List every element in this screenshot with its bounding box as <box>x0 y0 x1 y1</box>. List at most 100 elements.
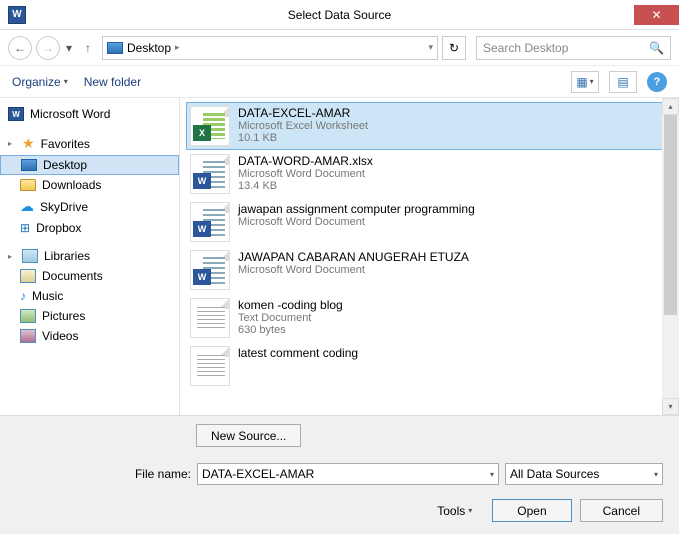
preview-icon: ▤ <box>617 75 628 89</box>
breadcrumb-label: Desktop <box>127 41 171 55</box>
cancel-button[interactable]: Cancel <box>580 499 663 522</box>
sidebar-item-music[interactable]: ♪ Music <box>0 286 179 306</box>
chevron-down-icon[interactable]: ▾ <box>490 470 494 479</box>
file-item[interactable]: W JAWAPAN CABARAN ANUGERAH ETUZAMicrosoft… <box>186 246 673 294</box>
file-name: DATA-WORD-AMAR.xlsx <box>238 154 373 168</box>
sidebar-libraries-header[interactable]: ▸ Libraries <box>0 246 179 266</box>
word-icon: W <box>8 107 24 121</box>
breadcrumb-dropdown[interactable]: ▾ <box>428 42 433 53</box>
organize-label: Organize <box>12 75 61 89</box>
file-item[interactable]: Wjawapan assignment computer programming… <box>186 198 673 246</box>
scroll-down-button[interactable]: ▾ <box>662 398 679 415</box>
libraries-icon <box>22 249 38 263</box>
file-list: X DATA-EXCEL-AMARMicrosoft Excel Workshee… <box>180 98 679 415</box>
file-name: komen -coding blog <box>238 298 343 312</box>
scroll-thumb[interactable] <box>664 115 677 315</box>
breadcrumb-sep[interactable]: ▸ <box>175 42 180 53</box>
view-icon: ▦ <box>576 75 587 89</box>
chevron-down-icon: ▾ <box>64 77 68 86</box>
dialog-footer: New Source... File name: DATA-EXCEL-AMAR… <box>0 416 679 534</box>
new-folder-button[interactable]: New folder <box>84 75 141 89</box>
dropbox-icon: ⊞ <box>20 221 30 235</box>
sidebar: W Microsoft Word ▸ ★ Favorites Desktop D… <box>0 98 180 415</box>
desktop-icon <box>21 159 37 171</box>
collapse-icon: ▸ <box>8 139 16 148</box>
search-icon: 🔍 <box>649 41 664 55</box>
music-icon: ♪ <box>20 289 26 303</box>
sidebar-header-label: Libraries <box>44 249 90 263</box>
file-type: Microsoft Word Document <box>238 216 475 228</box>
file-name: DATA-EXCEL-AMAR <box>238 106 368 120</box>
star-icon: ★ <box>22 135 35 152</box>
sidebar-item-skydrive[interactable]: ☁ SkyDrive <box>0 195 179 218</box>
txt-file-icon <box>190 298 230 338</box>
cloud-icon: ☁ <box>20 198 34 215</box>
sidebar-item-label: Pictures <box>42 309 85 323</box>
sidebar-item-pictures[interactable]: Pictures <box>0 306 179 326</box>
excel-file-icon: X <box>190 106 230 146</box>
help-button[interactable]: ? <box>647 72 667 92</box>
history-dropdown[interactable]: ▾ <box>64 41 74 55</box>
filename-input[interactable]: DATA-EXCEL-AMAR ▾ <box>197 463 499 485</box>
videos-icon <box>20 329 36 343</box>
sidebar-header-label: Favorites <box>41 137 90 151</box>
organize-menu[interactable]: Organize ▾ <box>12 75 68 89</box>
scrollbar[interactable]: ▴ ▾ <box>662 98 679 415</box>
toolbar: Organize ▾ New folder ▦ ▾ ▤ ? <box>0 66 679 98</box>
file-type-filter[interactable]: All Data Sources ▾ <box>505 463 663 485</box>
file-size: 630 bytes <box>238 324 343 336</box>
tools-menu[interactable]: Tools ▾ <box>437 504 472 518</box>
breadcrumb[interactable]: Desktop ▸ ▾ <box>102 36 438 60</box>
search-input[interactable]: Search Desktop 🔍 <box>476 36 671 60</box>
file-item[interactable]: komen -coding blogText Document630 bytes <box>186 294 673 342</box>
sidebar-item-label: Dropbox <box>36 221 81 235</box>
sidebar-item-dropbox[interactable]: ⊞ Dropbox <box>0 218 179 238</box>
scroll-up-button[interactable]: ▴ <box>662 98 679 115</box>
sidebar-item-desktop[interactable]: Desktop <box>0 155 179 175</box>
file-type: Text Document <box>238 312 343 324</box>
titlebar: W Select Data Source ✕ <box>0 0 679 30</box>
sidebar-item-label: Videos <box>42 329 78 343</box>
desktop-icon <box>107 42 123 54</box>
scroll-track[interactable] <box>662 115 679 398</box>
documents-icon <box>20 269 36 283</box>
sidebar-item-word[interactable]: W Microsoft Word <box>0 104 179 124</box>
sidebar-item-label: Desktop <box>43 158 87 172</box>
sidebar-item-videos[interactable]: Videos <box>0 326 179 346</box>
preview-pane-button[interactable]: ▤ <box>609 71 637 93</box>
forward-button[interactable]: → <box>36 36 60 60</box>
open-button[interactable]: Open <box>492 499 571 522</box>
file-item[interactable]: latest comment coding <box>186 342 673 390</box>
file-size: 13.4 KB <box>238 180 373 192</box>
file-item[interactable]: WDATA-WORD-AMAR.xlsxMicrosoft Word Docum… <box>186 150 673 198</box>
sidebar-item-label: Music <box>32 289 63 303</box>
txt-file-icon <box>190 346 230 386</box>
file-name: JAWAPAN CABARAN ANUGERAH ETUZA <box>238 250 469 264</box>
sidebar-item-label: Microsoft Word <box>30 107 110 121</box>
new-source-button[interactable]: New Source... <box>196 424 301 447</box>
word-file-icon: W <box>190 250 230 290</box>
filename-label: File name: <box>16 467 191 481</box>
file-type: Microsoft Excel Worksheet <box>238 120 368 132</box>
file-type: Microsoft Word Document <box>238 264 469 276</box>
file-name: jawapan assignment computer programming <box>238 202 475 216</box>
file-name: latest comment coding <box>238 346 358 360</box>
sidebar-favorites-header[interactable]: ▸ ★ Favorites <box>0 132 179 155</box>
file-item[interactable]: X DATA-EXCEL-AMARMicrosoft Excel Workshee… <box>186 102 673 150</box>
sidebar-item-label: Documents <box>42 269 103 283</box>
refresh-button[interactable]: ↻ <box>442 36 466 60</box>
sidebar-item-label: Downloads <box>42 178 101 192</box>
chevron-down-icon[interactable]: ▾ <box>654 470 658 479</box>
sidebar-item-documents[interactable]: Documents <box>0 266 179 286</box>
dialog-body: W Microsoft Word ▸ ★ Favorites Desktop D… <box>0 98 679 416</box>
chevron-down-icon: ▾ <box>468 506 472 515</box>
chevron-down-icon: ▾ <box>590 77 594 86</box>
sidebar-item-downloads[interactable]: Downloads <box>0 175 179 195</box>
folder-icon <box>20 179 36 191</box>
back-button[interactable]: ← <box>8 36 32 60</box>
word-file-icon: W <box>190 202 230 242</box>
navbar: ← → ▾ ↑ Desktop ▸ ▾ ↻ Search Desktop 🔍 <box>0 30 679 66</box>
view-mode-button[interactable]: ▦ ▾ <box>571 71 599 93</box>
up-button[interactable]: ↑ <box>78 41 98 55</box>
dialog-title: Select Data Source <box>0 8 679 22</box>
